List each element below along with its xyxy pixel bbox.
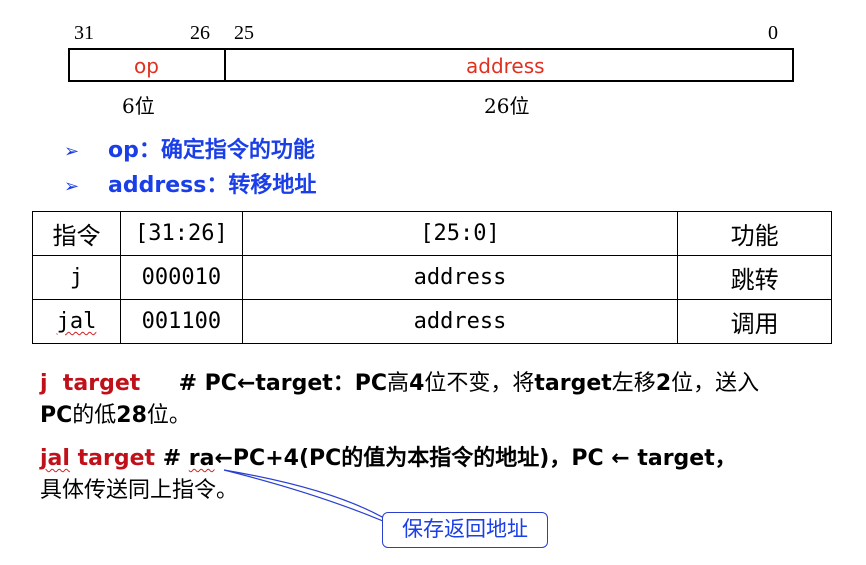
callout-leader-lines — [223, 469, 391, 525]
callout-save-return-address: 保存返回地址 — [382, 512, 548, 548]
